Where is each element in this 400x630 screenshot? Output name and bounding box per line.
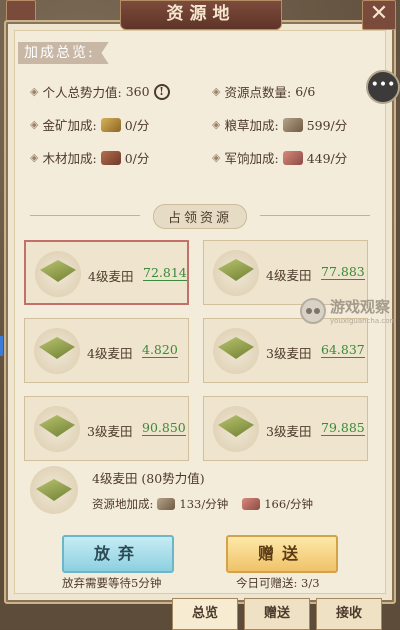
watermark-cn: 游戏观察	[330, 298, 391, 316]
grain-icon	[282, 117, 303, 132]
tab-receive[interactable]: 接收	[316, 598, 382, 630]
stat-label: 个人总势力值:	[42, 85, 122, 100]
wood-icon	[100, 150, 121, 165]
divider-line	[30, 215, 140, 216]
card-coords[interactable]: 64.837	[321, 343, 365, 358]
card-coords[interactable]: 72.814	[143, 266, 187, 281]
detail-bonus-label: 资源地加成:	[92, 497, 154, 511]
detail-bonus-pay: 166/分钟	[264, 497, 314, 511]
edge-marker	[0, 336, 3, 356]
watermark: 游戏观察 youxiguancha.com	[300, 296, 396, 325]
stat-resource-count: ◈ 资源点数量: 6/6	[212, 82, 315, 101]
tab-overview[interactable]: 总览	[172, 598, 238, 630]
window-title: 资源地	[166, 4, 236, 24]
stat-value: 360	[125, 84, 150, 99]
bullet-icon: ◈	[30, 85, 39, 98]
selected-detail: 4级麦田 (80势力值) 资源地加成: 133/分钟 166/分钟	[24, 460, 370, 520]
detail-bonus-grain: 133/分钟	[179, 497, 229, 511]
stat-pay-bonus: ◈ 军饷加成: 449/分	[212, 148, 347, 167]
bullet-icon: ◈	[212, 118, 221, 131]
stat-value: 0/分	[124, 118, 150, 133]
card-name: 3级麦田	[266, 346, 312, 361]
grain-icon	[157, 498, 176, 510]
stat-gold-bonus: ◈ 金矿加成: 0/分	[30, 115, 149, 134]
stat-grain-bonus: ◈ 粮草加成: 599/分	[212, 115, 347, 134]
resource-card[interactable]: 4级麦田 72.814	[24, 240, 189, 305]
card-name: 3级麦田	[87, 424, 133, 439]
card-coords[interactable]: 77.883	[321, 265, 365, 280]
detail-title: 4级麦田 (80势力值)	[92, 471, 205, 486]
card-coords[interactable]: 4.820	[142, 343, 178, 358]
bullet-icon: ◈	[30, 118, 39, 131]
card-name: 4级麦田	[88, 269, 134, 284]
divider-line	[260, 215, 370, 216]
pay-icon	[282, 150, 303, 165]
pay-icon	[242, 498, 261, 510]
close-button[interactable]: ✕	[362, 0, 396, 30]
resource-card[interactable]: 3级麦田 64.837	[203, 318, 368, 383]
card-coords[interactable]: 90.850	[142, 421, 186, 436]
chat-icon[interactable]: •••	[366, 70, 400, 104]
stat-wood-bonus: ◈ 木材加成: 0/分	[30, 148, 149, 167]
stat-value: 0/分	[124, 151, 150, 166]
bottom-tabs: 总览 赠送 接收	[0, 598, 400, 630]
stat-label: 金矿加成:	[42, 118, 97, 133]
card-name: 3级麦田	[266, 424, 312, 439]
occupied-section-title: 占领资源	[152, 204, 247, 229]
info-icon[interactable]: !	[153, 83, 170, 100]
summary-section-title: 加成总览:	[18, 42, 109, 64]
watermark-text: 游戏观察 youxiguancha.com	[330, 296, 396, 325]
card-coords[interactable]: 79.885	[321, 421, 365, 436]
stat-label: 粮草加成:	[224, 118, 279, 133]
gift-note: 今日可赠送: 3/3	[236, 576, 320, 590]
abandon-note: 放弃需要等待5分钟	[62, 576, 162, 590]
stat-total-power: ◈ 个人总势力值: 360 !	[30, 82, 170, 101]
gold-icon	[100, 117, 121, 132]
watermark-logo-icon	[300, 297, 326, 324]
stat-label: 资源点数量:	[224, 85, 292, 100]
stat-label: 军饷加成:	[224, 151, 279, 166]
tab-gift[interactable]: 赠送	[244, 598, 310, 630]
detail-bonus: 资源地加成: 133/分钟 166/分钟	[92, 496, 313, 512]
card-name: 4级麦田	[87, 346, 133, 361]
resource-card[interactable]: 4级麦田 4.820	[24, 318, 189, 383]
stat-value: 6/6	[295, 84, 316, 99]
window-title-bar: 资源地	[120, 0, 282, 30]
bullet-icon: ◈	[30, 151, 39, 164]
bullet-icon: ◈	[212, 85, 221, 98]
bullet-icon: ◈	[212, 151, 221, 164]
stat-value: 449/分	[306, 151, 348, 166]
watermark-en: youxiguancha.com	[330, 317, 397, 325]
occupied-section-header: 占领资源	[0, 204, 400, 229]
gift-button[interactable]: 赠送	[226, 535, 338, 573]
stat-value: 599/分	[306, 118, 348, 133]
resource-card[interactable]: 3级麦田 90.850	[24, 396, 189, 461]
card-name: 4级麦田	[266, 268, 312, 283]
abandon-button[interactable]: 放弃	[62, 535, 174, 573]
stat-label: 木材加成:	[42, 151, 97, 166]
resource-card[interactable]: 3级麦田 79.885	[203, 396, 368, 461]
